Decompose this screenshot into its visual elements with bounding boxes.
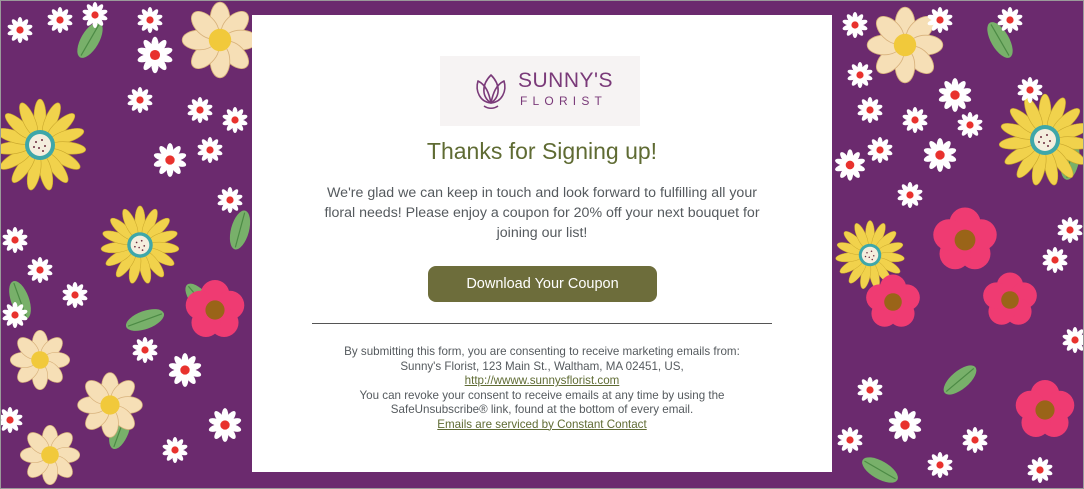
logo-subtitle: FLORIST <box>520 94 608 108</box>
thank-you-message: We're glad we can keep in touch and look… <box>324 185 760 241</box>
revoke-consent-line: You can revoke your consent to receive e… <box>359 388 725 402</box>
page-title: Thanks for Signing up! <box>426 138 658 164</box>
safeunsubscribe-line: SafeUnsubscribe® link, found at the bott… <box>390 403 694 416</box>
constant-contact-link[interactable]: Emails are serviced by Constant Contact <box>437 418 646 431</box>
sender-address: Sunny's Florist, 123 Main St., Waltham, … <box>400 359 684 373</box>
consent-line: By submitting this form, you are consent… <box>344 345 740 358</box>
logo-wordmark: SUNNY'S <box>518 69 614 92</box>
consent-disclaimer: By submitting this form, you are consent… <box>292 345 792 432</box>
download-coupon-button[interactable]: Download Your Coupon <box>428 266 657 302</box>
lotus-icon <box>476 74 506 110</box>
sunnys-florist-logo: SUNNY'S FLORIST <box>440 56 640 126</box>
website-link[interactable]: http://wwww.sunnysflorist.com <box>465 374 620 387</box>
signup-confirmation-card: SUNNY'S FLORIST Thanks for Signing up! W… <box>252 15 832 472</box>
divider <box>312 323 772 324</box>
